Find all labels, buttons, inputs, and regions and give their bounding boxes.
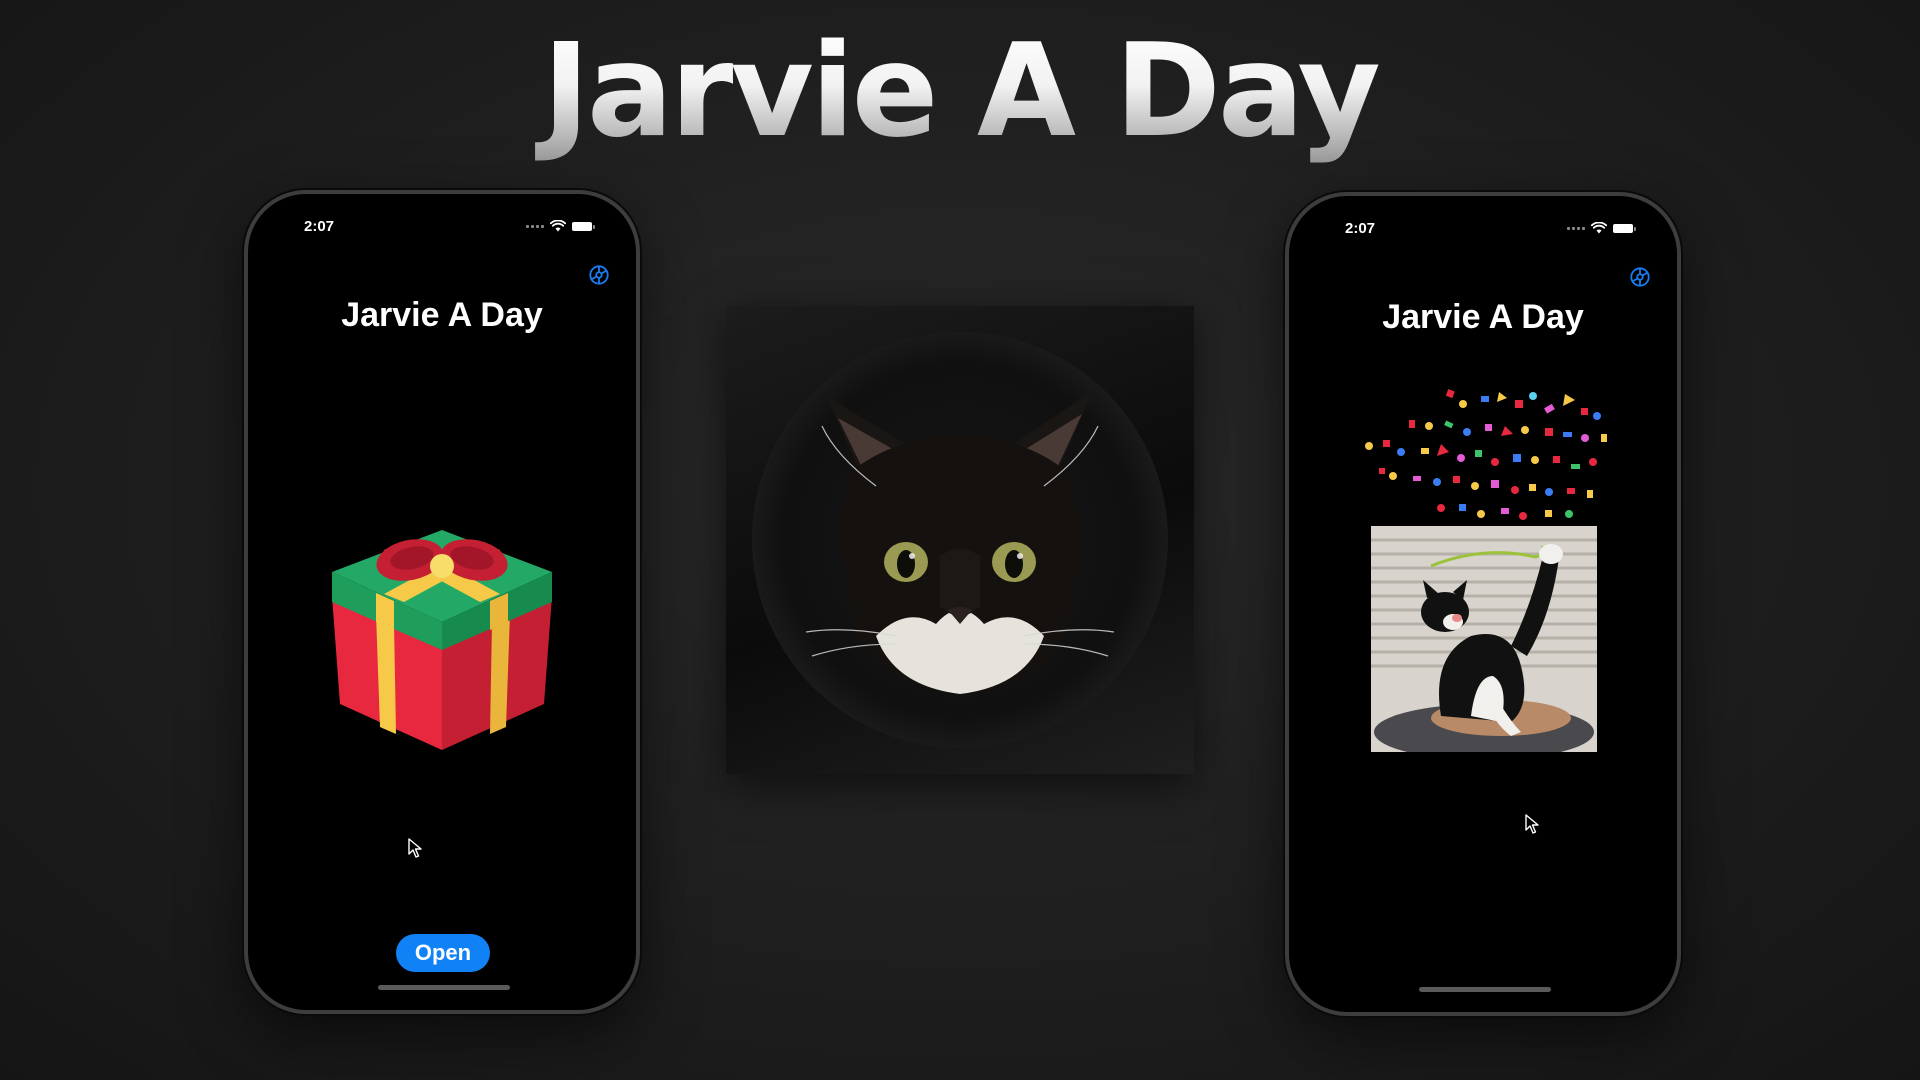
settings-icon[interactable] bbox=[588, 264, 610, 286]
phone-left: 2:07 Jarvie A Day Open bbox=[244, 190, 640, 1014]
confetti-icon bbox=[1365, 389, 1607, 520]
battery-icon bbox=[572, 221, 595, 231]
cursor-icon bbox=[1525, 814, 1539, 834]
home-indicator bbox=[378, 985, 510, 990]
main-title: Jarvie A Day bbox=[0, 21, 1920, 163]
app-title: Jarvie A Day bbox=[1382, 298, 1584, 336]
app-title: Jarvie A Day bbox=[341, 296, 543, 334]
signal-icon bbox=[526, 224, 544, 228]
signal-icon bbox=[1567, 226, 1585, 230]
home-indicator bbox=[1419, 987, 1551, 992]
status-time: 2:07 bbox=[304, 218, 335, 235]
cat-photo bbox=[1371, 526, 1597, 752]
settings-icon[interactable] bbox=[1629, 266, 1651, 288]
cat-photo-icon bbox=[1371, 526, 1597, 752]
gift-icon[interactable] bbox=[324, 522, 560, 752]
battery-icon bbox=[1613, 223, 1636, 233]
phone-right: 2:07 Jarvie A Day bbox=[1285, 192, 1681, 1016]
status-time: 2:07 bbox=[1345, 220, 1376, 237]
cat-face-icon bbox=[752, 332, 1168, 748]
wifi-icon bbox=[1591, 222, 1607, 234]
wifi-icon bbox=[550, 220, 566, 232]
status-icons bbox=[1567, 222, 1636, 234]
status-icons bbox=[526, 220, 595, 232]
open-button[interactable]: Open bbox=[396, 934, 490, 972]
cat-app-icon-image bbox=[726, 306, 1194, 774]
cursor-icon bbox=[408, 838, 422, 858]
